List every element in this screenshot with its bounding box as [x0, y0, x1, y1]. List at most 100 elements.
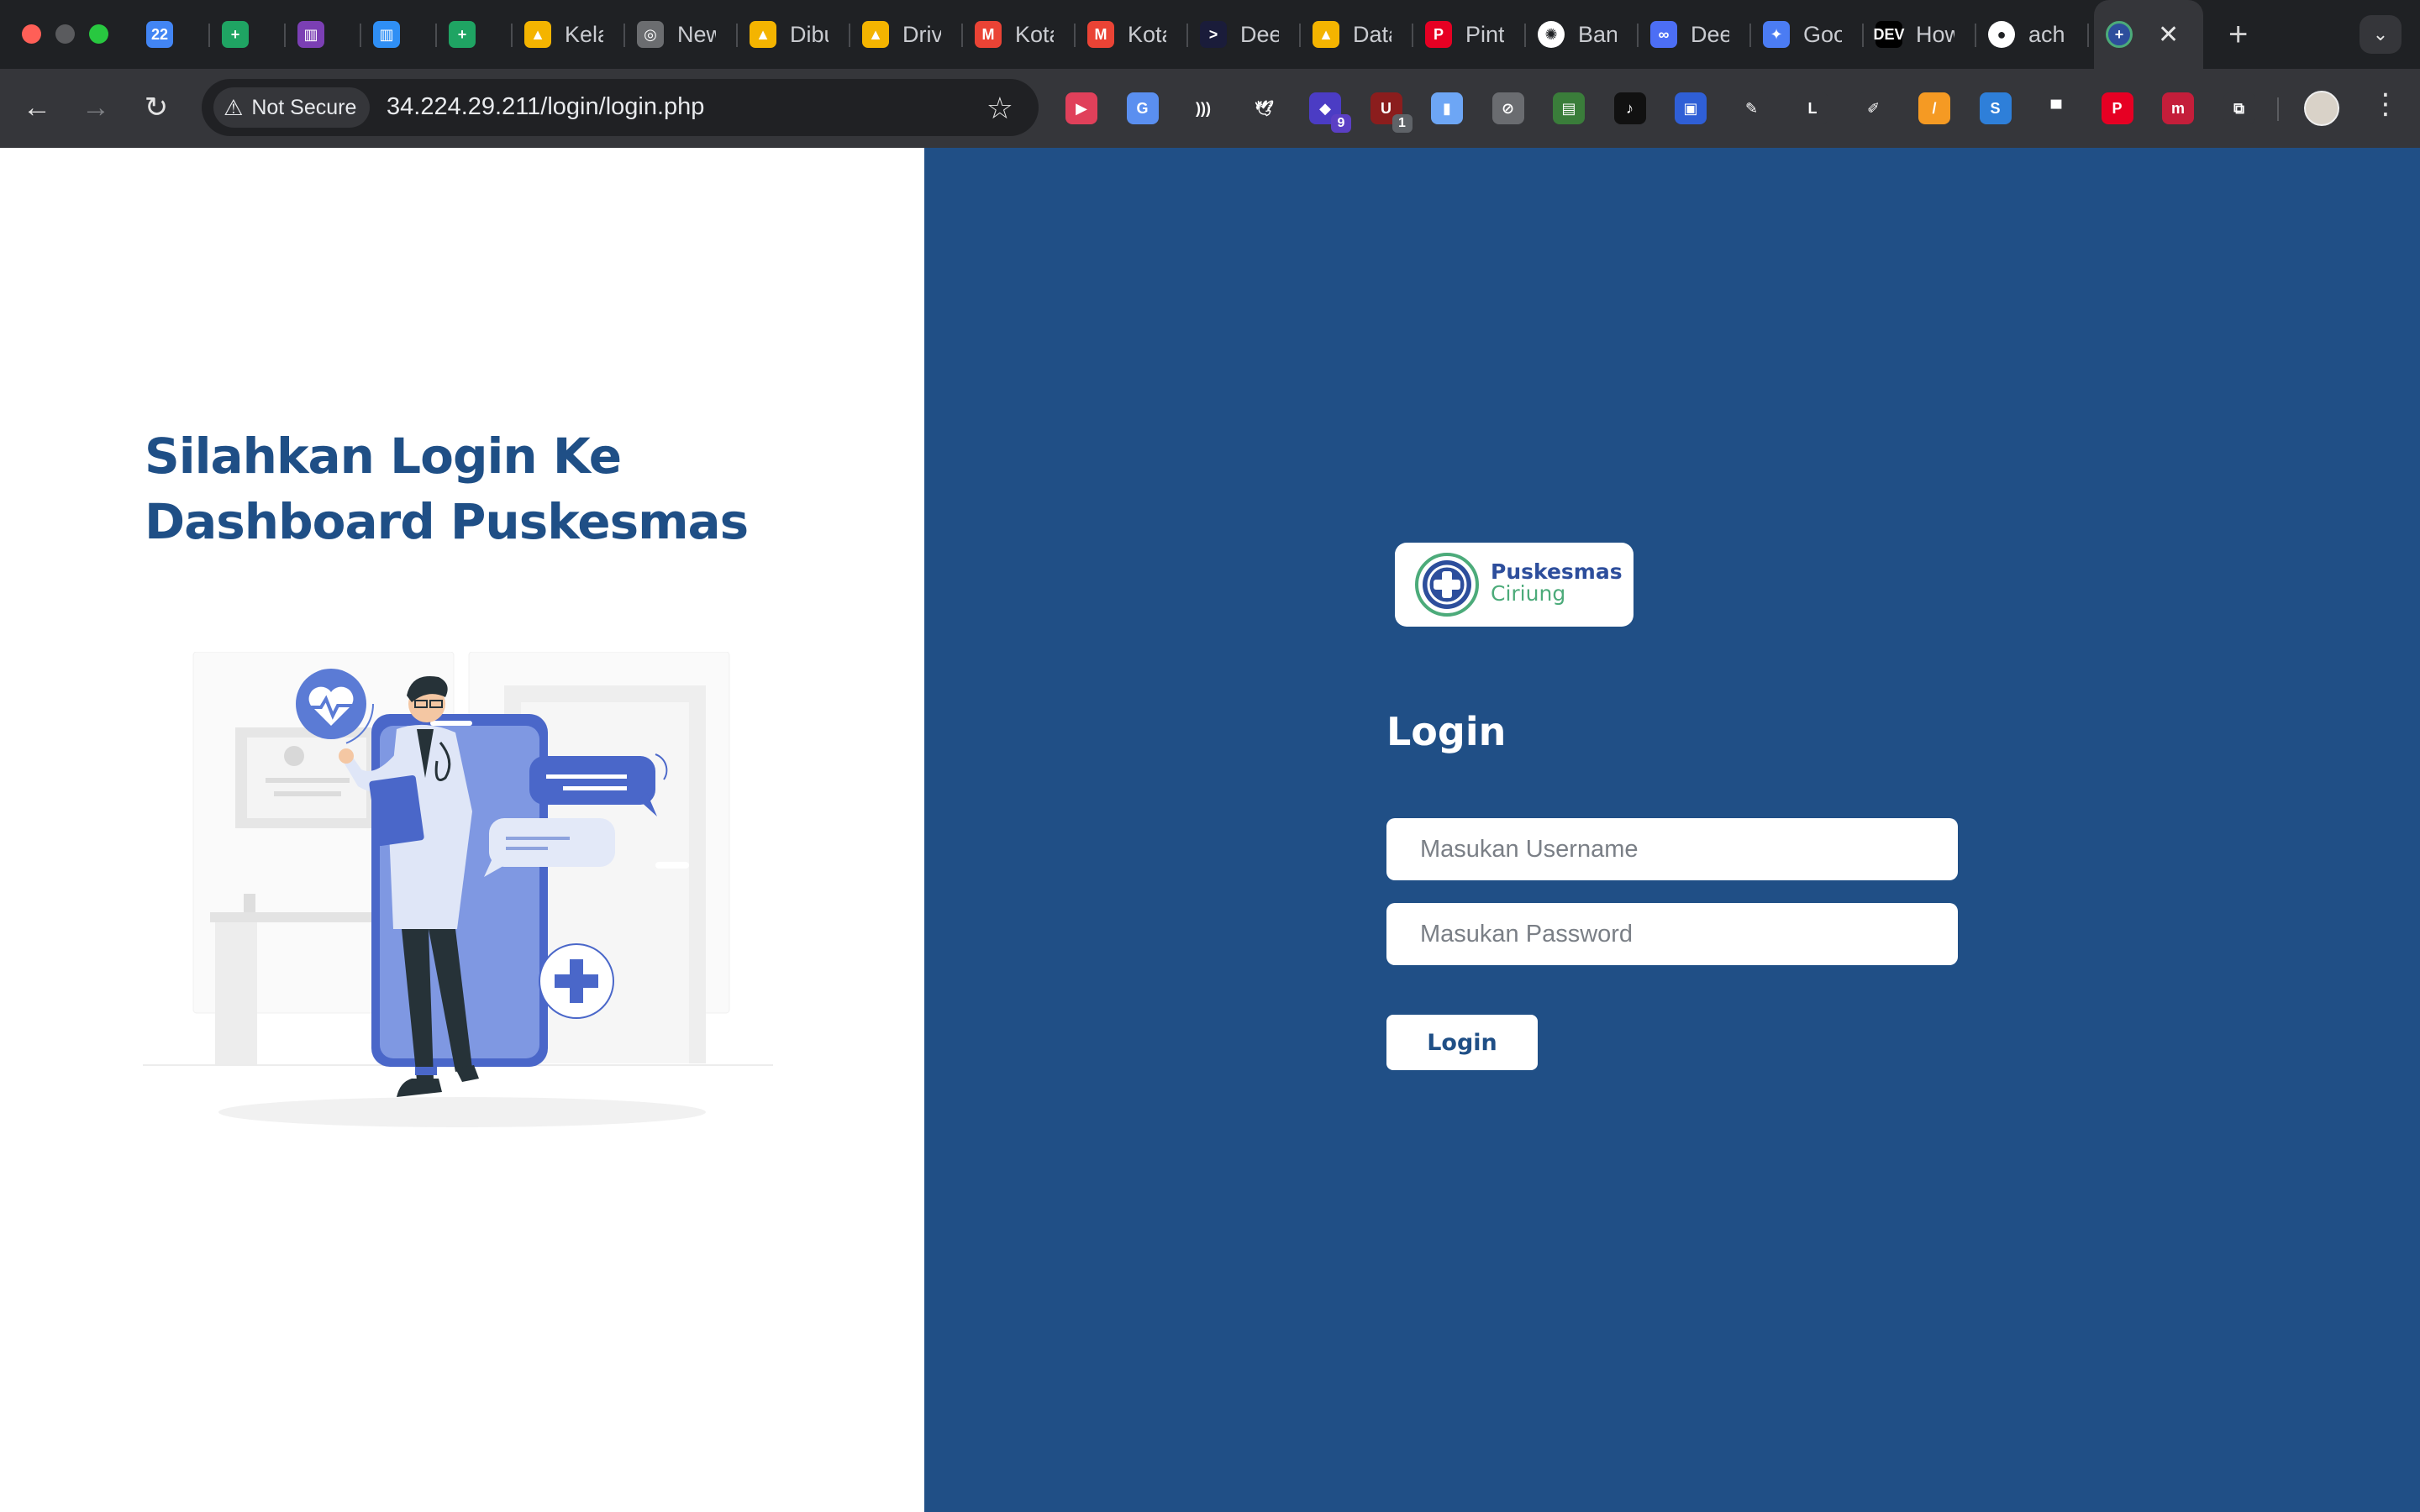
back-button[interactable]: ←: [18, 89, 55, 126]
browser-tab[interactable]: > Dee: [1188, 0, 1301, 69]
extension-badge: 9: [1331, 114, 1351, 133]
tab-separator: [2087, 24, 2089, 47]
tab-title: Kota: [1128, 21, 1166, 47]
pencil-icon[interactable]: /: [1918, 92, 1950, 124]
deepl-icon: ∞: [1650, 21, 1677, 48]
login-button[interactable]: Login: [1386, 1015, 1538, 1070]
tab-title: Kela: [565, 21, 603, 47]
page-headline: Silahkan Login Ke Dashboard Puskesmas: [145, 423, 817, 554]
extension-glyph: ))): [1196, 99, 1211, 117]
extension-glyph: S: [1990, 99, 2001, 117]
extension-glyph: m: [2170, 99, 2185, 117]
tab-search-button[interactable]: ⌄: [2360, 15, 2402, 54]
security-indicator[interactable]: ⚠ Not Secure: [213, 87, 371, 128]
syringe-icon[interactable]: ✐: [1857, 92, 1890, 124]
browser-tab[interactable]: 22: [134, 0, 210, 69]
username-input[interactable]: [1386, 818, 1958, 880]
google-drive-icon: ▲: [862, 21, 889, 48]
extension-glyph: ⧉: [2233, 99, 2244, 117]
arrow-left-icon: ←: [23, 91, 51, 123]
pinterest-ext-icon[interactable]: P: [2101, 92, 2133, 124]
logo-name: Puskesmas: [1491, 559, 1623, 584]
browser-menu-icon[interactable]: ⋮: [2371, 87, 2400, 121]
puskesmas-tab-icon: +: [2106, 21, 2133, 48]
browser-tabstrip: 22 + ▥ ▥ + ▲ Kela ◎ New ▲ Dibu ▲ Driv M Kota M Kota > Dee ▲…: [0, 0, 2420, 69]
github-icon: ●: [1988, 21, 2015, 48]
eyedropper-icon[interactable]: ✎: [1735, 92, 1768, 124]
tab-title: New: [677, 21, 716, 47]
extension-glyph: ✐: [1866, 99, 1881, 117]
logo-subtitle: Ciriung: [1491, 581, 1566, 606]
minimize-window-button[interactable]: [55, 24, 75, 44]
profile-avatar[interactable]: [2304, 91, 2339, 126]
warning-icon: ⚠: [224, 94, 244, 120]
password-input[interactable]: [1386, 903, 1958, 965]
close-tab-icon[interactable]: ✕: [2158, 20, 2179, 50]
active-browser-tab[interactable]: + ✕: [2094, 0, 2203, 69]
browser-tab[interactable]: ✦ Goo: [1751, 0, 1864, 69]
close-window-button[interactable]: [22, 24, 41, 44]
browser-tab[interactable]: ∞ Dee: [1639, 0, 1751, 69]
google-translate-icon[interactable]: G: [1126, 92, 1159, 124]
gmail-icon: M: [975, 21, 1002, 48]
browser-tab[interactable]: M Kota: [963, 0, 1076, 69]
trello-purple-icon: ▥: [297, 21, 324, 48]
new-tab-button[interactable]: +: [2228, 16, 2248, 54]
reload-button[interactable]: ↻: [138, 89, 175, 126]
print-icon[interactable]: ▀: [2040, 92, 2072, 124]
headline-line-1: Silahkan Login Ke: [145, 428, 622, 485]
picker-icon[interactable]: ▣: [1675, 92, 1707, 124]
clipboard-icon[interactable]: ▮: [1431, 92, 1463, 124]
browser-tab[interactable]: ▥: [286, 0, 361, 69]
extension-badge: 1: [1392, 114, 1413, 133]
l-icon[interactable]: L: [1797, 92, 1828, 124]
extension-glyph: ▀: [2050, 99, 2062, 117]
tab-title: ach: [2028, 21, 2065, 47]
pocket-icon[interactable]: ▶: [1065, 92, 1097, 124]
maximize-window-button[interactable]: [89, 24, 108, 44]
browser-tab[interactable]: ▲ Driv: [850, 0, 963, 69]
url-text[interactable]: 34.224.29.211/login/login.php: [387, 93, 704, 121]
tab-title: Pint: [1465, 21, 1504, 47]
trello-icon: ▥: [373, 21, 400, 48]
address-bar[interactable]: ⚠ Not Secure 34.224.29.211/login/login.p…: [202, 79, 1039, 136]
tiktok-icon[interactable]: ♪: [1613, 92, 1646, 124]
openai-icon: ✺: [1538, 21, 1565, 48]
mendeley-icon[interactable]: m: [2162, 92, 2194, 124]
browser-tab[interactable]: +: [210, 0, 286, 69]
ublock-icon[interactable]: U1: [1370, 92, 1413, 133]
bookmark-star-icon[interactable]: ☆: [986, 91, 1013, 126]
wave-icon[interactable]: ))): [1187, 92, 1219, 124]
browser-tab[interactable]: ◎ New: [625, 0, 738, 69]
tab-title: Driv: [902, 21, 941, 47]
browser-tab[interactable]: DEV How: [1864, 0, 1976, 69]
browser-toolbar: ← → ↻ ⚠ Not Secure 34.224.29.211/login/l…: [0, 69, 2420, 148]
google-calendar-icon: 22: [146, 21, 173, 48]
browser-tab[interactable]: ● ach: [1976, 0, 2089, 69]
tab-title: Dee: [1240, 21, 1279, 47]
browser-tab[interactable]: ▲ Kela: [513, 0, 625, 69]
google-sheets-icon: +: [449, 21, 476, 48]
cube-icon[interactable]: ◆ 9: [1309, 92, 1351, 133]
s-icon[interactable]: S: [1979, 92, 2012, 124]
browser-tab[interactable]: M Kota: [1076, 0, 1188, 69]
doctor-illustration: [143, 652, 773, 1127]
puzzle-icon[interactable]: ⧉: [2223, 92, 2255, 124]
reload-icon: ↻: [144, 92, 169, 123]
forward-button[interactable]: →: [77, 89, 114, 126]
extension-glyph: /: [1932, 99, 1937, 117]
bird-icon[interactable]: 🕊: [1248, 92, 1281, 124]
browser-tab[interactable]: ▥: [361, 0, 437, 69]
browser-tab[interactable]: ▲ Dibu: [738, 0, 850, 69]
google-drive-icon: ▲: [1313, 21, 1339, 48]
security-label: Not Secure: [251, 95, 357, 119]
browser-tab[interactable]: P Pint: [1413, 0, 1526, 69]
calendar-ext-icon[interactable]: ▤: [1553, 92, 1585, 124]
chrome-icon: ◎: [637, 21, 664, 48]
browser-tab[interactable]: +: [437, 0, 513, 69]
browser-tab[interactable]: ✺ Ban: [1526, 0, 1639, 69]
block-icon[interactable]: ⊘: [1491, 92, 1524, 124]
chevron-down-icon: ⌄: [2372, 24, 2389, 45]
headline-line-2: Dashboard Puskesmas: [145, 493, 749, 550]
browser-tab[interactable]: ▲ Data: [1301, 0, 1413, 69]
